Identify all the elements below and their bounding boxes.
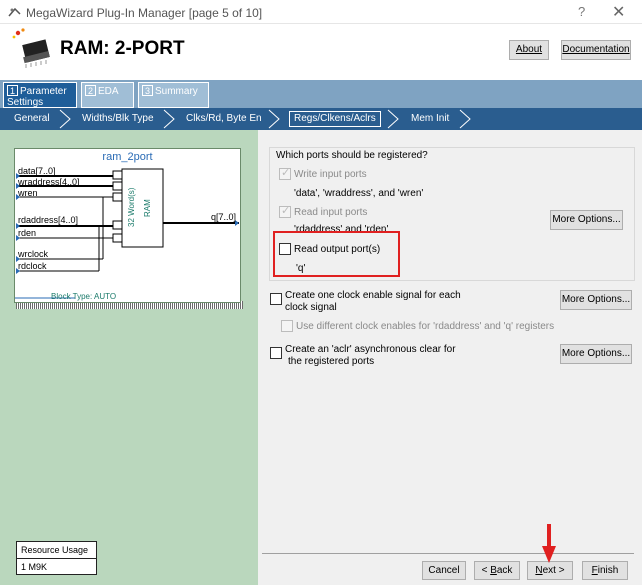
read-input-label: Read input ports: [294, 207, 368, 218]
tab-label: EDA: [98, 86, 119, 97]
aclr-more-options-button[interactable]: More Options...: [560, 344, 632, 364]
separate-clock-enables-checkbox[interactable]: [281, 320, 293, 332]
finish-button[interactable]: Finish: [582, 561, 628, 580]
back-label-post: ack: [496, 565, 513, 576]
help-button[interactable]: ?: [578, 4, 585, 19]
block-type-label: Block Type: AUTO: [51, 292, 117, 301]
page-title: RAM: 2-PORT: [60, 38, 185, 59]
port-data: data[7..0]: [18, 166, 56, 176]
port-rden: rden: [18, 228, 37, 238]
ram-type-label: RAM: [143, 199, 152, 217]
step-navigation: General Widths/Blk Type Clks/Rd, Byte En…: [0, 108, 642, 130]
highlight-annotation: [273, 231, 400, 277]
clock-enable-label-line2: clock signal: [285, 302, 337, 313]
checkmark-icon: ✓: [281, 205, 291, 217]
tab-number: 1: [7, 85, 18, 96]
registered-more-options-button[interactable]: More Options...: [550, 210, 623, 230]
tab-number: 3: [142, 85, 153, 96]
checkmark-icon: ✓: [281, 167, 291, 179]
clock-enable-more-options-button[interactable]: More Options...: [560, 290, 632, 310]
port-wrclock: wrclock: [18, 249, 49, 259]
finish-label-post: inish: [597, 565, 619, 576]
tab-parameter-settings[interactable]: 1 Parameter Settings: [3, 82, 77, 108]
resource-usage-table: Resource Usage 1 M9K: [16, 541, 97, 575]
aclr-label-line2: the registered ports: [288, 356, 375, 367]
app-icon: [8, 7, 21, 17]
aclr-checkbox[interactable]: [270, 347, 282, 359]
port-rdclock: rdclock: [18, 261, 47, 271]
step-chevron-icon: [459, 109, 471, 129]
step-general[interactable]: General: [14, 112, 50, 126]
step-regs-active[interactable]: Regs/Clkens/Aclrs: [289, 111, 381, 127]
ram-words-label: 32 Word(s): [127, 187, 136, 227]
pointer-arrow-icon: [542, 524, 556, 563]
about-button[interactable]: About: [509, 40, 549, 60]
resource-usage-value: 1 M9K: [21, 562, 48, 572]
aclr-label-line1: Create an 'aclr' asynchronous clear for: [285, 344, 456, 355]
tab-eda[interactable]: 2 EDA: [81, 82, 134, 108]
next-label-accel: N: [535, 565, 543, 576]
port-wren: wren: [18, 188, 38, 198]
wizard-header: RAM: 2-PORT About Documentation: [0, 24, 642, 80]
next-label-post: ext >: [542, 565, 565, 576]
window-title: MegaWizard Plug-In Manager [page 5 of 10…: [26, 6, 263, 20]
megafunction-icon: [12, 28, 50, 68]
step-chevron-icon: [268, 109, 280, 129]
clock-enable-label-line1: Create one clock enable signal for each: [285, 290, 461, 301]
write-input-label: Write input ports: [294, 169, 367, 180]
footer-separator: [262, 553, 634, 554]
resource-usage-header: Resource Usage: [17, 542, 96, 559]
write-input-desc: 'data', 'wraddress', and 'wren': [294, 188, 424, 199]
clock-enable-checkbox[interactable]: [270, 293, 282, 305]
title-bar: MegaWizard Plug-In Manager [page 5 of 10…: [0, 0, 642, 24]
close-button[interactable]: ✕: [612, 2, 625, 22]
cancel-button[interactable]: Cancel: [422, 561, 466, 580]
documentation-label: Documentation: [562, 44, 630, 55]
tab-bar: 1 Parameter Settings 2 EDA 3 Summary: [0, 80, 642, 108]
documentation-button[interactable]: Documentation: [561, 40, 631, 60]
step-chevron-icon: [163, 109, 175, 129]
tab-summary[interactable]: 3 Summary: [138, 82, 209, 108]
register-group-label: Which ports should be registered?: [276, 150, 428, 161]
block-diagram: ram_2port data[7..0] wraddress[4..0] wre…: [14, 148, 241, 303]
about-label: About: [515, 44, 543, 55]
tab-number: 2: [85, 85, 96, 96]
separate-clock-enables-label: Use different clock enables for 'rdaddre…: [296, 321, 555, 332]
back-label-pre: <: [481, 565, 491, 576]
tab-label: Summary: [155, 86, 198, 97]
back-label-accel: B: [490, 565, 497, 576]
step-widths[interactable]: Widths/Blk Type: [82, 112, 154, 126]
write-input-checkbox[interactable]: ✓: [279, 167, 291, 180]
port-q: q[7..0]: [211, 212, 237, 222]
read-input-checkbox[interactable]: ✓: [279, 205, 291, 218]
diagram-title: ram_2port: [102, 151, 153, 163]
port-wraddress: wraddress[4..0]: [18, 177, 80, 187]
step-mem-init[interactable]: Mem Init: [411, 112, 449, 126]
step-chevron-icon: [59, 109, 71, 129]
step-clocks[interactable]: Clks/Rd, Byte En: [186, 112, 262, 126]
back-button[interactable]: < Back: [474, 561, 520, 580]
port-rdaddress: rdaddress[4..0]: [18, 215, 79, 225]
step-chevron-icon: [387, 109, 399, 129]
